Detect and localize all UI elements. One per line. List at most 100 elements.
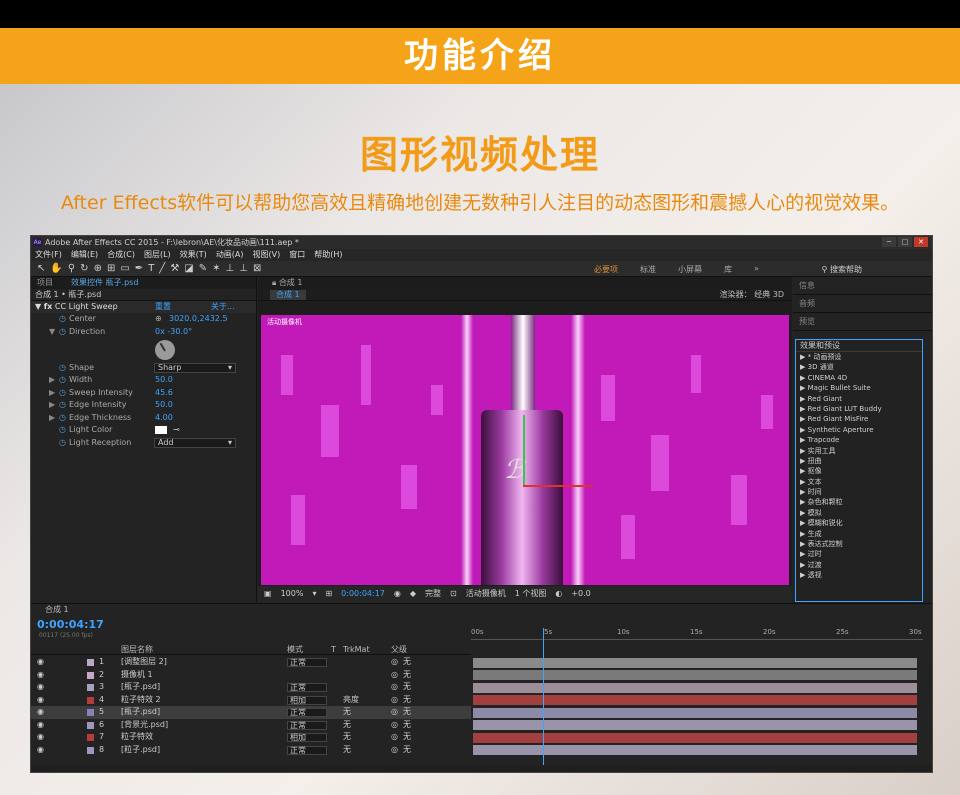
tab-audio[interactable]: 音频 [793, 295, 932, 313]
layer-mode-select[interactable]: 正常 [287, 708, 327, 717]
fast-preview-icon[interactable]: ◐ [555, 586, 562, 602]
eyedropper-icon[interactable]: ⊸ [173, 424, 180, 437]
width-value[interactable]: 50.0 [155, 374, 173, 387]
eye-icon[interactable]: ◉ [37, 719, 44, 732]
comp-tag[interactable]: 合成 1 [270, 290, 306, 300]
layer-duration-bar[interactable] [473, 720, 917, 730]
chevron-right-icon[interactable]: ▶ [49, 387, 55, 400]
stopwatch-icon[interactable]: ◷ [59, 399, 66, 412]
prop-edge-intensity[interactable]: ▶ ◷ Edge Intensity 50.0 [31, 399, 256, 412]
prop-light-reception[interactable]: ◷ Light Reception Add ▾ [31, 437, 256, 450]
menu-file[interactable]: 文件(F) [35, 249, 62, 261]
shape-select[interactable]: Sharp ▾ [154, 362, 236, 373]
parent-pickwhip-icon[interactable]: ◎ [391, 694, 398, 707]
y-axis-gizmo[interactable] [523, 415, 525, 485]
layer-name[interactable]: 摄像机 1 [121, 669, 153, 682]
layer-duration-bar[interactable] [473, 657, 917, 668]
effect-category-item[interactable]: ▶ Synthetic Aperture [796, 425, 922, 435]
timeline-tab[interactable]: 合成 1 [31, 604, 932, 616]
close-icon[interactable]: ✕ [914, 237, 928, 247]
quality-select[interactable]: 完整 [425, 586, 441, 602]
timeline-layer-row[interactable]: ◉ 6 [背景光.psd] 正常 无 ◎ 无 [31, 719, 471, 732]
effect-category-item[interactable]: ▶ 表达式控制 [796, 539, 922, 549]
region-icon[interactable]: ⊡ [450, 586, 457, 602]
layer-mode-select[interactable]: 正常 [287, 745, 327, 755]
timeline-layer-row[interactable]: ◉ 4 粒子特效 2 相加 亮度 ◎ 无 [31, 694, 471, 707]
snapshot-icon[interactable]: ◉ [394, 586, 401, 602]
effect-category-item[interactable]: ▶ 过时 [796, 549, 922, 559]
parent-pickwhip-icon[interactable]: ◎ [391, 706, 398, 719]
layer-parent-select[interactable]: 无 [403, 694, 411, 707]
layer-duration-bar[interactable] [473, 745, 917, 755]
axis-local-icon[interactable]: ⊥ [226, 263, 235, 274]
effect-category-item[interactable]: ▶ 抠像 [796, 466, 922, 476]
layer-mode-select[interactable]: 正常 [287, 720, 327, 730]
light-color-swatch[interactable] [155, 426, 167, 434]
zoom-select[interactable]: 100% [281, 586, 304, 602]
tab-effect-controls[interactable]: 效果控件 瓶子.psd [71, 277, 138, 289]
menu-composition[interactable]: 合成(C) [107, 249, 135, 261]
viewer-tab[interactable]: 🔒︎ 合成 1 [258, 277, 792, 289]
camera-tool-icon[interactable]: ⊕ [94, 263, 102, 274]
about-link[interactable]: 关于... [211, 301, 235, 313]
layer-trkmat-select[interactable]: 无 [343, 731, 351, 744]
dropdown-arrow-icon[interactable]: ▾ [312, 586, 316, 602]
minimize-icon[interactable]: ─ [882, 237, 896, 247]
menu-edit[interactable]: 编辑(E) [71, 249, 98, 261]
crosshair-icon[interactable]: ⊕ [155, 313, 162, 326]
direction-dial[interactable] [155, 339, 175, 360]
label-color-chip[interactable] [87, 671, 94, 679]
layer-name[interactable]: [瓶子.psd] [121, 706, 160, 719]
menu-help[interactable]: 帮助(H) [314, 249, 342, 261]
label-color-chip[interactable] [87, 721, 94, 729]
layer-mode-select[interactable]: 相加 [287, 733, 327, 742]
layer-mode-select[interactable]: 正常 [287, 658, 327, 667]
puppet-pin-tool-icon[interactable]: ✶ [212, 263, 220, 274]
parent-pickwhip-icon[interactable]: ◎ [391, 656, 398, 669]
axis-world-icon[interactable]: ⊥ [239, 263, 248, 274]
timeline-layer-row[interactable]: ◉ 7 粒子特效 相加 无 ◎ 无 [31, 731, 471, 744]
effect-category-item[interactable]: ▶ 模糊和锐化 [796, 518, 922, 528]
label-color-chip[interactable] [87, 734, 94, 741]
center-value[interactable]: 3020.0,2432.5 [169, 313, 228, 326]
timeline-layer-row[interactable]: ◉ 5 [瓶子.psd] 正常 无 ◎ 无 [31, 706, 471, 719]
reset-link[interactable]: 重置 [155, 301, 171, 313]
workspace-libraries[interactable]: 库 [724, 264, 732, 275]
prop-direction[interactable]: ▼ ◷ Direction 0x -30.0° [31, 326, 256, 362]
layer-parent-select[interactable]: 无 [403, 656, 411, 669]
effect-category-item[interactable]: ▶ 扭曲 [796, 456, 922, 466]
label-color-chip[interactable] [87, 659, 94, 666]
layer-parent-select[interactable]: 无 [403, 731, 411, 744]
effect-category-item[interactable]: ▶ 杂色和颗粒 [796, 497, 922, 507]
menu-view[interactable]: 视图(V) [253, 249, 281, 261]
layer-parent-select[interactable]: 无 [403, 744, 411, 757]
layer-mode-select[interactable]: 相加 [287, 695, 327, 705]
menu-layer[interactable]: 图层(L) [144, 249, 171, 261]
viewer-timecode[interactable]: 0:00:04:17 [341, 586, 385, 602]
tab-project[interactable]: 项目 [37, 277, 53, 289]
layer-duration-bar[interactable] [473, 695, 917, 705]
label-color-chip[interactable] [87, 696, 94, 704]
prop-center[interactable]: ◷ Center ⊕ 3020.0,2432.5 [31, 313, 256, 326]
layer-trkmat-select[interactable]: 无 [343, 706, 351, 719]
layer-duration-bar[interactable] [473, 670, 917, 680]
stopwatch-icon[interactable]: ◷ [59, 374, 66, 387]
layer-mode-select[interactable]: 正常 [287, 683, 327, 692]
always-preview-icon[interactable]: ▣ [264, 586, 272, 602]
parent-pickwhip-icon[interactable]: ◎ [391, 744, 398, 757]
light-reception-select[interactable]: Add ▾ [154, 437, 236, 448]
workspace-standard[interactable]: 标准 [640, 264, 656, 275]
timeline-layer-row[interactable]: ◉ 2 摄像机 1 ◎ 无 [31, 669, 471, 682]
renderer-label[interactable]: 渲染器： 经典 3D [720, 289, 784, 301]
stopwatch-icon[interactable]: ◷ [59, 362, 66, 375]
workspace-essentials[interactable]: 必要项 [594, 264, 618, 275]
layer-parent-select[interactable]: 无 [403, 719, 411, 732]
clone-stamp-tool-icon[interactable]: ⚒ [170, 263, 179, 274]
layer-parent-select[interactable]: 无 [403, 706, 411, 719]
edge-intensity-value[interactable]: 50.0 [155, 399, 173, 412]
effect-category-item[interactable]: ▶ Red Giant [796, 394, 922, 404]
layer-duration-bar[interactable] [473, 707, 917, 718]
current-time-indicator[interactable] [543, 628, 544, 766]
eye-icon[interactable]: ◉ [37, 706, 44, 719]
layer-name[interactable]: [瓶子.psd] [121, 681, 160, 694]
